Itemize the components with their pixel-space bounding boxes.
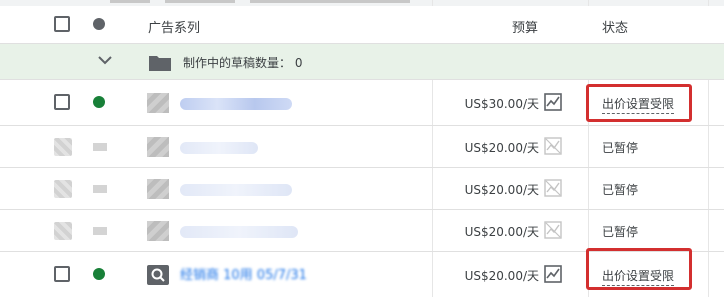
status-label: 已暂停 <box>602 141 639 155</box>
status-dot-active <box>93 268 105 280</box>
highlight-box <box>586 248 692 290</box>
campaign-name-link[interactable] <box>180 184 292 196</box>
campaign-name-link[interactable] <box>180 226 298 238</box>
trend-chart-disabled-icon <box>544 137 562 155</box>
draft-count-label: 制作中的草稿数量： 0 <box>183 56 303 70</box>
table-row: US$20.00/天 已暂停 <box>0 126 724 168</box>
table-row: US$20.00/天 已暂停 <box>0 168 724 210</box>
budget-value: US$20.00/天 <box>464 183 539 197</box>
status-dot-paused <box>93 143 107 151</box>
campaign-type-icon <box>147 179 169 199</box>
folder-icon <box>149 56 171 71</box>
status-label: 已暂停 <box>602 225 639 239</box>
budget-value: US$20.00/天 <box>464 225 539 239</box>
budget-column-header[interactable]: 预算 <box>512 17 538 36</box>
campaign-type-icon <box>147 137 169 157</box>
campaign-name-link[interactable] <box>180 98 292 110</box>
trend-chart-icon[interactable] <box>544 265 562 283</box>
budget-value: US$30.00/天 <box>464 97 539 111</box>
table-header: 广告系列 预算 状态 <box>0 6 724 44</box>
campaign-name-link[interactable]: 经销商 10用 05/7/31 <box>180 264 307 283</box>
campaign-type-icon <box>147 221 169 241</box>
chevron-down-icon[interactable] <box>98 55 112 65</box>
draft-row: 制作中的草稿数量： 0 <box>0 44 724 80</box>
campaign-type-icon <box>147 93 169 113</box>
row-checkbox[interactable] <box>54 138 72 156</box>
status-column-header[interactable]: 状态 <box>602 17 628 36</box>
status-dot-header[interactable] <box>93 18 105 30</box>
status-dot-paused <box>93 185 107 193</box>
trend-chart-icon[interactable] <box>544 93 562 111</box>
status-label: 已暂停 <box>602 183 639 197</box>
budget-value: US$20.00/天 <box>464 269 539 283</box>
status-dot-paused <box>93 227 107 235</box>
campaign-name-link[interactable] <box>180 142 258 154</box>
trend-chart-disabled-icon <box>544 221 562 239</box>
trend-chart-disabled-icon <box>544 179 562 197</box>
table-row: 经销商 10用 05/7/31 US$20.00/天 出价设置受限 <box>0 248 724 297</box>
table-row: US$30.00/天 出价设置受限 <box>0 80 724 126</box>
select-all-checkbox[interactable] <box>54 16 70 32</box>
row-checkbox[interactable] <box>54 180 72 198</box>
row-checkbox[interactable] <box>54 222 72 240</box>
table-row: US$20.00/天 已暂停 <box>0 210 724 252</box>
row-checkbox[interactable] <box>54 94 70 110</box>
search-icon <box>147 265 169 285</box>
campaign-column-header[interactable]: 广告系列 <box>148 17 200 36</box>
row-checkbox[interactable] <box>54 266 70 282</box>
highlight-box <box>586 84 692 122</box>
status-dot-active <box>93 96 105 108</box>
budget-value: US$20.00/天 <box>464 141 539 155</box>
